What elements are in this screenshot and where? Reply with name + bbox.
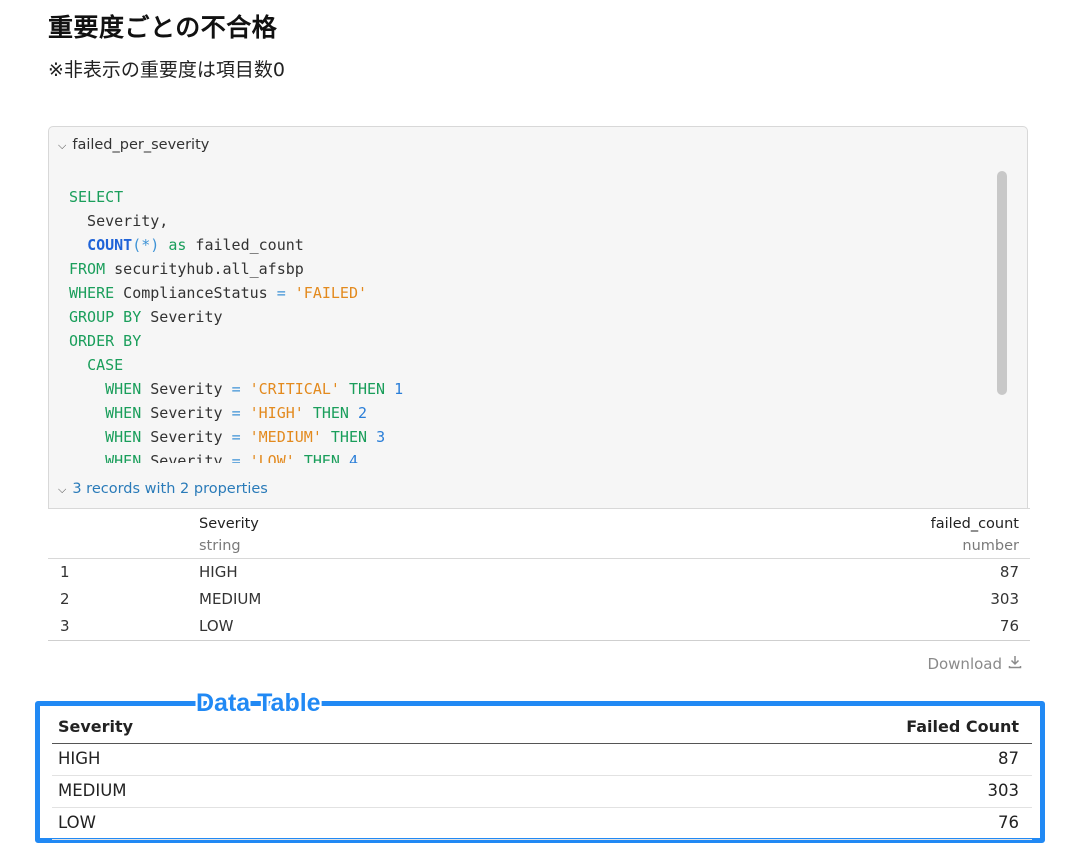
row-severity: MEDIUM <box>199 590 262 608</box>
row-index: 1 <box>60 563 70 581</box>
data-table-box: Severity Failed Count HIGH 87 MEDIUM 303… <box>35 701 1045 843</box>
code-line: FROM securityhub.all_afsbp <box>69 260 304 278</box>
download-button[interactable]: Download <box>927 655 1022 673</box>
download-icon <box>1008 655 1022 673</box>
code-line: CASE <box>87 356 124 374</box>
code-line: WHERE ComplianceStatus = 'FAILED' <box>69 284 368 302</box>
column-count-name: failed_count <box>930 516 1019 532</box>
row-severity: LOW <box>199 617 234 635</box>
table-row: HIGH 87 <box>52 744 1032 776</box>
result-table: Severity string failed_count number 1 HI… <box>48 508 1030 641</box>
code-line: ORDER BY <box>69 332 142 350</box>
cell-count: 87 <box>998 749 1019 768</box>
column-severity-name: Severity <box>199 516 259 532</box>
scrollbar-thumb[interactable] <box>997 171 1007 395</box>
chevron-down-icon: ⌵ <box>58 483 67 496</box>
code-line: WHEN Severity = 'HIGH' THEN 2 <box>105 404 368 422</box>
row-count: 303 <box>990 590 1019 608</box>
table-row: 3 LOW 76 <box>48 613 1030 640</box>
table-row: 1 HIGH 87 <box>48 559 1030 586</box>
records-summary-label: 3 records with 2 properties <box>72 481 268 497</box>
cell-count: 303 <box>987 781 1020 800</box>
data-table: Severity Failed Count HIGH 87 MEDIUM 303… <box>52 711 1032 840</box>
row-severity: HIGH <box>199 563 238 581</box>
query-name: failed_per_severity <box>72 137 210 153</box>
code-line: SELECT <box>69 188 124 206</box>
page-title: 重要度ごとの不合格 <box>48 13 278 42</box>
row-index: 3 <box>60 617 70 635</box>
code-line: WHEN Severity = 'MEDIUM' THEN 3 <box>105 428 386 446</box>
chevron-down-icon: ⌵ <box>58 139 67 152</box>
records-toggle[interactable]: ⌵ 3 records with 2 properties <box>58 481 268 497</box>
table-row: LOW 76 <box>52 808 1032 840</box>
header-failed-count: Failed Count <box>906 717 1019 736</box>
result-table-header: Severity string failed_count number <box>48 509 1030 559</box>
data-table-annotation: Data Table <box>196 689 321 717</box>
download-label: Download <box>927 655 1002 673</box>
code-line: COUNT(*) as failed_count <box>87 236 304 254</box>
header-severity: Severity <box>58 717 134 736</box>
code-line: WHEN Severity = 'CRITICAL' THEN 1 <box>105 380 404 398</box>
cell-severity: HIGH <box>58 749 101 768</box>
cell-count: 76 <box>998 813 1019 832</box>
column-count-type: number <box>962 538 1019 554</box>
table-row: MEDIUM 303 <box>52 776 1032 808</box>
cell-severity: MEDIUM <box>58 781 127 800</box>
code-editor[interactable]: SELECT Severity, COUNT(*) as failed_coun… <box>69 185 989 463</box>
query-toggle[interactable]: ⌵ failed_per_severity <box>58 137 209 153</box>
code-line: Severity, <box>69 212 169 230</box>
cell-severity: LOW <box>58 813 96 832</box>
table-divider <box>48 640 1030 641</box>
query-panel: ⌵ failed_per_severity SELECT Severity, C… <box>48 126 1028 508</box>
code-line: GROUP BY Severity <box>69 308 223 326</box>
code-line: WHEN Severity = 'LOW' THEN 4 <box>105 452 358 463</box>
code-scrollbar[interactable] <box>997 171 1007 395</box>
row-count: 87 <box>999 563 1019 581</box>
page-note: ※非表示の重要度は項目数0 <box>48 59 286 81</box>
table-row: 2 MEDIUM 303 <box>48 586 1030 613</box>
row-count: 76 <box>999 617 1019 635</box>
column-severity-type: string <box>199 538 241 554</box>
row-index: 2 <box>60 590 70 608</box>
